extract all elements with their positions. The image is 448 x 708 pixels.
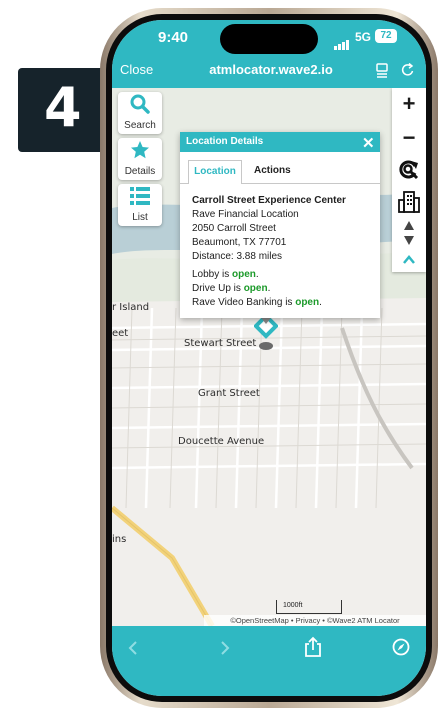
- map-scale: 1000ft: [276, 600, 342, 614]
- tab-location[interactable]: Location: [188, 160, 242, 184]
- map-label-island: r Island: [112, 302, 150, 313]
- video-status: open: [295, 297, 320, 308]
- back-icon[interactable]: [126, 640, 140, 656]
- video-period: .: [319, 297, 322, 308]
- search-icon: [130, 94, 150, 114]
- map-label-grant-street: Grant Street: [198, 388, 260, 399]
- lobby-prefix: Lobby is: [192, 269, 233, 280]
- reload-icon[interactable]: [400, 62, 416, 78]
- details-label: Details: [124, 166, 156, 177]
- map-label-ins: ins: [112, 534, 127, 545]
- distance: Distance: 3.88 miles: [192, 251, 283, 262]
- zoom-out-button[interactable]: −: [392, 124, 426, 152]
- sort-arrows-icon[interactable]: [403, 220, 415, 246]
- status-time: 9:40: [158, 29, 189, 46]
- video-prefix: Rave Video Banking is: [192, 297, 296, 308]
- star-icon: [131, 141, 149, 159]
- compass-icon[interactable]: [392, 638, 410, 656]
- location-org: Rave Financial Location: [192, 209, 299, 220]
- step-number: 4: [44, 76, 82, 139]
- drive-up-status-line: Drive Up is open.: [192, 283, 270, 294]
- battery-indicator: 72: [375, 29, 397, 43]
- status-bar: 9:40 5G 72: [112, 20, 426, 54]
- popup-title: Location Details: [180, 132, 380, 152]
- map-label-stewart-street: Stewart Street: [184, 338, 257, 349]
- list-icon: [130, 187, 150, 205]
- list-button[interactable]: List: [118, 184, 162, 226]
- tabs-icon[interactable]: [374, 62, 390, 78]
- drive-status: open: [243, 283, 268, 294]
- reset-map-icon[interactable]: [397, 158, 421, 182]
- search-label: Search: [124, 120, 156, 131]
- map-toolbar-right: + −: [392, 88, 426, 272]
- chevron-up-icon[interactable]: [403, 254, 415, 266]
- map-label-street-partial: eet: [112, 328, 129, 339]
- phone-screen: 9:40 5G 72 Close atmlocator.wave2.io r I…: [112, 20, 426, 696]
- video-banking-status-line: Rave Video Banking is open.: [192, 297, 322, 308]
- tab-actions[interactable]: Actions: [254, 160, 291, 182]
- search-button[interactable]: Search: [118, 92, 162, 134]
- forward-icon[interactable]: [218, 640, 232, 656]
- drive-period: .: [267, 283, 271, 294]
- dynamic-island: [220, 24, 318, 54]
- close-button[interactable]: Close: [120, 62, 153, 77]
- map-attribution[interactable]: ©OpenStreetMap • Privacy • ©Wave2 ATM Lo…: [204, 615, 426, 626]
- building-icon[interactable]: [398, 190, 420, 214]
- share-icon[interactable]: [304, 636, 322, 658]
- list-label: List: [132, 212, 148, 223]
- location-name: Carroll Street Experience Center: [192, 195, 346, 206]
- browser-toolbar: [112, 626, 426, 696]
- details-button[interactable]: Details: [118, 138, 162, 180]
- drive-prefix: Drive Up is: [192, 283, 244, 294]
- page-url: atmlocator.wave2.io: [209, 62, 333, 77]
- zoom-in-button[interactable]: +: [392, 90, 426, 118]
- popup-close-button[interactable]: ✕: [362, 134, 375, 152]
- location-details-popup: Location Details ✕ Location Actions Carr…: [180, 132, 380, 318]
- map-label-doucette-avenue: Doucette Avenue: [178, 436, 265, 447]
- lobby-status-line: Lobby is open.: [192, 269, 259, 280]
- browser-header: Close atmlocator.wave2.io: [112, 54, 426, 88]
- signal-icon: [334, 32, 350, 50]
- map-view[interactable]: r Island eet Stewart Street Grant Street…: [112, 88, 426, 626]
- lobby-status: open: [232, 269, 256, 280]
- network-type: 5G: [355, 30, 372, 44]
- lobby-period: .: [255, 269, 259, 280]
- address-line-2: Beaumont, TX 77701: [192, 237, 287, 248]
- address-line-1: 2050 Carroll Street: [192, 223, 276, 234]
